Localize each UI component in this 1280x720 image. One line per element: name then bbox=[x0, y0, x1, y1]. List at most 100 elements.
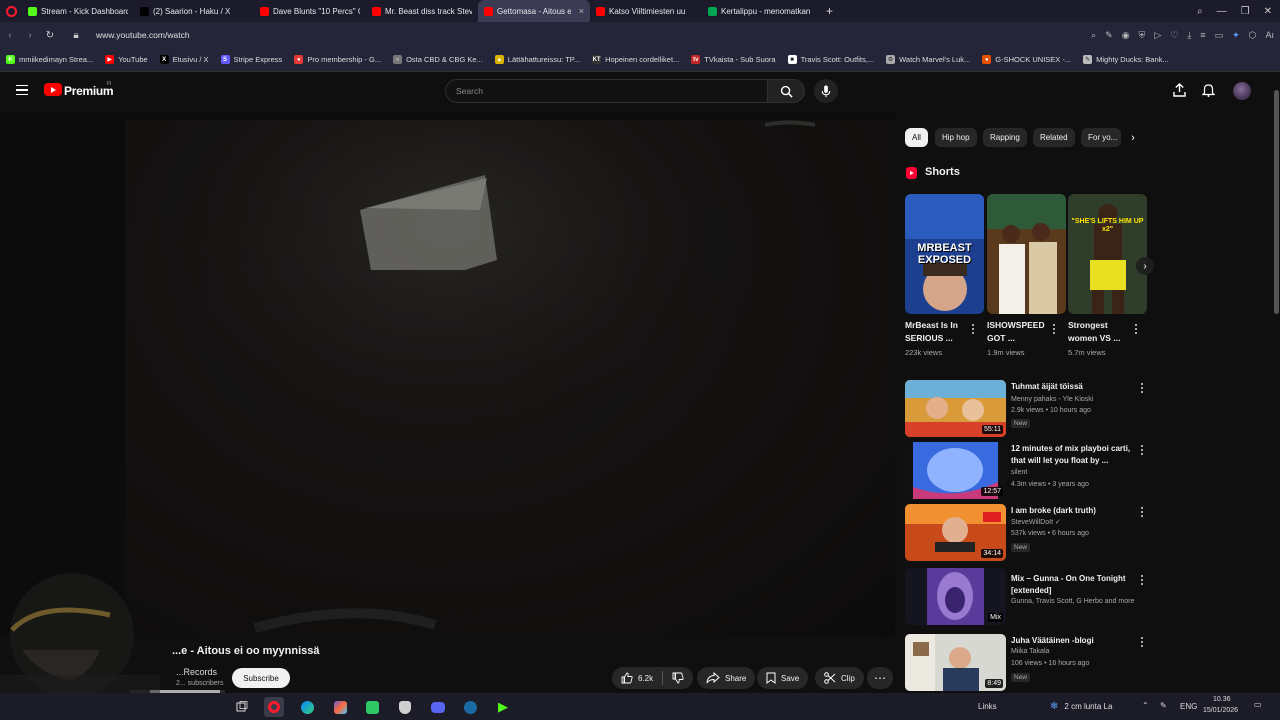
chips-next-icon[interactable]: › bbox=[1125, 128, 1141, 147]
short-thumbnail-1[interactable]: MRBEAST EXPOSED bbox=[905, 194, 984, 314]
voice-search-button[interactable] bbox=[814, 79, 838, 103]
discord-taskbar-icon[interactable] bbox=[428, 697, 448, 717]
extension-icon[interactable]: ✦ bbox=[1232, 30, 1240, 41]
clip-button[interactable]: Clip bbox=[815, 667, 864, 689]
shorts-next-icon[interactable]: › bbox=[1136, 257, 1154, 275]
short-menu-icon-3[interactable] bbox=[1132, 323, 1140, 335]
short-menu-icon-2[interactable] bbox=[1050, 323, 1058, 335]
cube-icon[interactable]: ⬡ bbox=[1249, 30, 1257, 41]
rec-thumbnail-2[interactable]: 12:57 bbox=[905, 442, 1006, 499]
short-menu-icon-1[interactable] bbox=[969, 323, 977, 335]
browser-tab[interactable]: Stream - Kick Dashboard bbox=[22, 0, 134, 22]
search-input[interactable]: Search bbox=[445, 79, 768, 103]
opera-logo-icon[interactable] bbox=[0, 0, 22, 22]
play-icon[interactable]: ▷ bbox=[1154, 30, 1161, 41]
browser-tab[interactable]: Mr. Beast diss track Stev bbox=[366, 0, 478, 22]
thumbs-down-icon[interactable] bbox=[672, 672, 684, 684]
rec-menu-icon-3[interactable] bbox=[1138, 506, 1146, 518]
rec-channel-3[interactable]: SteveWillDoIt ✓ bbox=[1011, 518, 1061, 526]
shield-icon[interactable]: ⛨ bbox=[1139, 30, 1146, 41]
weather-widget[interactable]: ❄ 2 cm lunta La bbox=[1050, 701, 1112, 712]
rec-menu-icon-5[interactable] bbox=[1138, 636, 1146, 648]
browser-tab[interactable]: Dave Blunts "10 Percs" C bbox=[254, 0, 366, 22]
short-thumbnail-2[interactable] bbox=[987, 194, 1066, 314]
notification-center-icon[interactable]: ▭ bbox=[1254, 700, 1262, 709]
bookmark-item[interactable]: tv TVkaista - Sub Suora bbox=[691, 55, 776, 64]
rec-thumbnail-3[interactable]: 34:14 bbox=[905, 504, 1006, 561]
rec-thumbnail-1[interactable]: 55:11 bbox=[905, 380, 1006, 437]
filter-chip[interactable]: Related bbox=[1033, 128, 1075, 147]
green-app-taskbar-icon[interactable] bbox=[362, 697, 382, 717]
bookmark-item[interactable]: KT Hopeinen cordelliket... bbox=[592, 55, 679, 64]
back-icon[interactable]: ‹ bbox=[0, 30, 20, 41]
ai-icon[interactable]: Aı bbox=[1265, 30, 1274, 40]
bookmark-item[interactable]: ● G-SHOCK UNISEX -... bbox=[982, 55, 1071, 64]
menu-icon[interactable]: ≡ bbox=[1200, 30, 1205, 40]
browser-tab[interactable]: Gettomasa - Aitous ei oo × bbox=[478, 0, 590, 22]
zoom-icon[interactable]: ⌕ bbox=[1091, 30, 1096, 41]
video-frame[interactable] bbox=[125, 120, 895, 637]
edit-icon[interactable]: ✎ bbox=[1105, 30, 1113, 41]
youtube-premium-label[interactable]: Premium bbox=[64, 84, 114, 98]
share-button[interactable]: Share bbox=[697, 667, 756, 689]
rec-channel-2[interactable]: silent bbox=[1011, 469, 1027, 476]
short-title-3[interactable]: Strongest women VS ... bbox=[1068, 319, 1130, 345]
rec-thumbnail-5[interactable]: 8:49 bbox=[905, 634, 1006, 691]
app-taskbar-icon[interactable] bbox=[330, 697, 350, 717]
rec-thumbnail-4[interactable]: Mix bbox=[905, 568, 1006, 625]
rec-channel-5[interactable]: Miika Takala bbox=[1011, 648, 1049, 655]
browser-tab[interactable]: (2) Saarion - Haku / X bbox=[134, 0, 254, 22]
short-title-1[interactable]: MrBeast Is In SERIOUS ... bbox=[905, 319, 967, 345]
rec-title-5[interactable]: Juha Väätäinen -blogi bbox=[1011, 635, 1139, 647]
close-window-icon[interactable]: ✕ bbox=[1264, 6, 1272, 17]
tray-overflow-icon[interactable]: ⌃ bbox=[1142, 701, 1149, 710]
minimize-icon[interactable]: — bbox=[1217, 6, 1227, 17]
bookmark-item[interactable]: ▶ YouTube bbox=[105, 55, 148, 64]
account-avatar[interactable] bbox=[1233, 82, 1251, 100]
bookmark-item[interactable]: ■ Travis Scott: Outfits,... bbox=[787, 55, 874, 64]
lock-icon[interactable]: 🔒︎ bbox=[66, 30, 86, 41]
wallet-icon[interactable]: ▭ bbox=[1215, 30, 1224, 41]
filter-chip[interactable]: For yo... bbox=[1081, 128, 1121, 147]
save-button[interactable]: Save bbox=[757, 667, 809, 689]
opera-taskbar-icon[interactable] bbox=[264, 697, 284, 717]
task-view-icon[interactable] bbox=[232, 697, 252, 717]
bookmark-item[interactable]: ✎ Mighty Ducks: Bank... bbox=[1083, 55, 1169, 64]
bookmark-item[interactable]: X Etusivu / X bbox=[159, 55, 209, 64]
bookmark-item[interactable]: Kmmiikedimayn Strea... bbox=[6, 55, 93, 64]
bookmark-item[interactable]: S Stripe Express bbox=[220, 55, 282, 64]
upload-button[interactable] bbox=[1171, 82, 1187, 98]
rec-title-3[interactable]: I am broke (dark truth) bbox=[1011, 505, 1139, 517]
restore-icon[interactable]: ❐ bbox=[1241, 6, 1250, 17]
bookmark-item[interactable]: ● Pro membership - G... bbox=[294, 55, 381, 64]
rec-menu-icon-2[interactable] bbox=[1138, 444, 1146, 456]
notifications-button[interactable] bbox=[1200, 82, 1216, 98]
shield-taskbar-icon[interactable] bbox=[395, 697, 415, 717]
youtube-logo-icon[interactable] bbox=[44, 83, 62, 96]
bookmark-item[interactable]: ▲ Lättähattureissu: TP... bbox=[494, 55, 580, 64]
close-tab-icon[interactable]: × bbox=[579, 6, 584, 16]
camera-icon[interactable]: ◉ bbox=[1122, 30, 1130, 41]
subscribe-button[interactable]: Subscribe bbox=[232, 668, 290, 688]
bookmark-item[interactable]: ⚙ Watch Marvel's Luk... bbox=[886, 55, 970, 64]
reload-icon[interactable]: ↻ bbox=[40, 30, 60, 41]
language-indicator[interactable]: ENG bbox=[1180, 702, 1197, 711]
filter-chip[interactable]: Rapping bbox=[983, 128, 1027, 147]
browser-tab[interactable]: Katso Viiltimiesten uu bbox=[590, 0, 702, 22]
short-title-2[interactable]: ISHOWSPEED GOT ... bbox=[987, 319, 1049, 345]
browser-tab[interactable]: Kertalippu - menomatkan bbox=[702, 0, 820, 22]
search-tabs-icon[interactable]: ⌕ bbox=[1197, 6, 1203, 17]
rec-menu-icon-4[interactable] bbox=[1138, 574, 1146, 586]
download-icon[interactable]: ⤓ bbox=[1187, 30, 1191, 41]
pen-icon[interactable]: ✎ bbox=[1160, 701, 1167, 710]
forward-icon[interactable]: › bbox=[20, 30, 40, 41]
links-toolbar[interactable]: Links bbox=[978, 702, 997, 711]
rec-title-2[interactable]: 12 minutes of mix playboi carti, that wi… bbox=[1011, 443, 1139, 467]
rec-channel-4[interactable]: Gunna, Travis Scott, G Herbo and more bbox=[1011, 598, 1134, 605]
scrollbar-thumb[interactable] bbox=[1274, 90, 1279, 314]
filter-chip[interactable]: Hip hop bbox=[935, 128, 977, 147]
rec-title-4[interactable]: Mix – Gunna - On One Tonight [extended] bbox=[1011, 573, 1139, 597]
bookmark-item[interactable]: ○ Osta CBD & CBG Ke... bbox=[393, 55, 483, 64]
like-button[interactable]: 6.2k bbox=[612, 667, 694, 689]
new-tab-button[interactable]: + bbox=[820, 4, 839, 18]
